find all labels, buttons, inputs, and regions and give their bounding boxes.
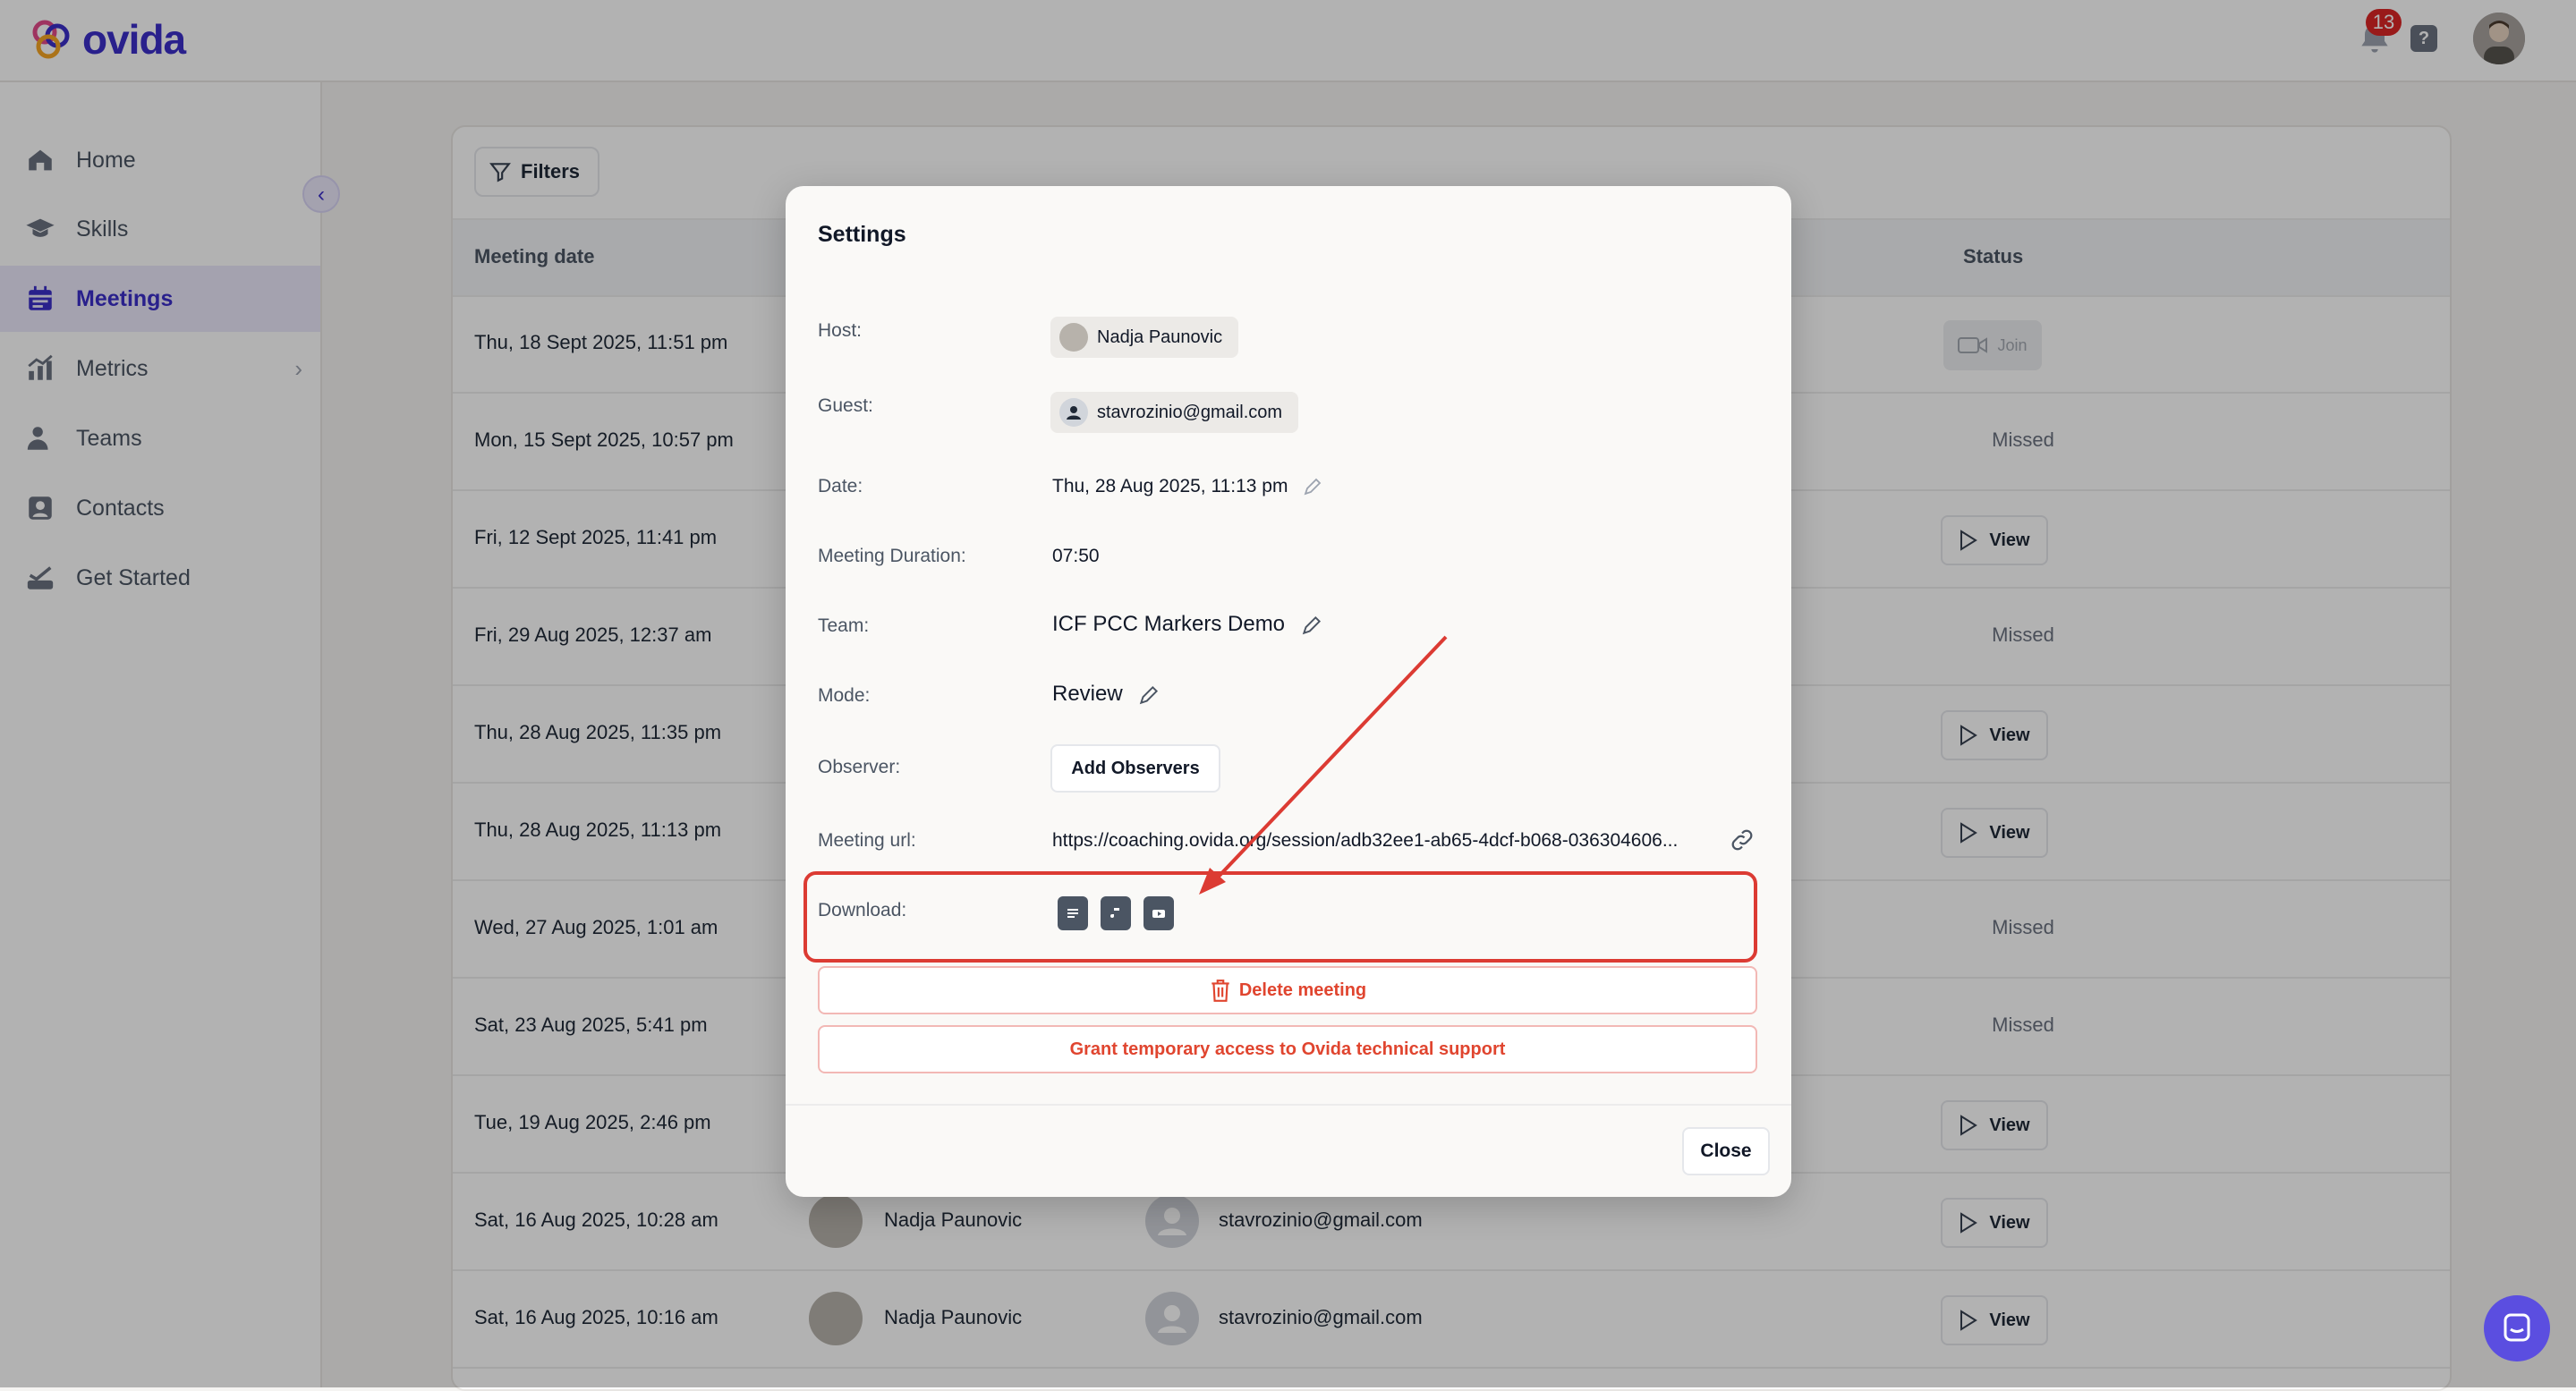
host-label: Host: [818, 320, 863, 341]
grant-access-button[interactable]: Grant temporary access to Ovida technica… [818, 1025, 1757, 1073]
person-icon [1059, 398, 1088, 427]
add-observers-button[interactable]: Add Observers [1050, 744, 1220, 793]
pencil-icon[interactable] [1300, 614, 1323, 637]
host-chip: Nadja Paunovic [1050, 317, 1239, 358]
date-value: Thu, 28 Aug 2025, 11:13 pm [1052, 476, 1288, 496]
link-icon[interactable] [1729, 827, 1756, 853]
chat-icon [2504, 1313, 2530, 1342]
mode-value: Review [1052, 682, 1123, 706]
close-button[interactable]: Close [1682, 1127, 1770, 1175]
meeting-url-value[interactable]: https://coaching.ovida.org/session/adb32… [1052, 830, 1678, 852]
chat-launcher-button[interactable] [2484, 1295, 2550, 1361]
pencil-icon[interactable] [1302, 476, 1323, 497]
team-value: ICF PCC Markers Demo [1052, 612, 1286, 636]
team-label: Team: [818, 615, 870, 636]
date-value-group: Thu, 28 Aug 2025, 11:13 pm [1052, 476, 1323, 497]
date-label: Date: [818, 476, 863, 496]
host-avatar [1059, 323, 1088, 352]
guest-email: stavrozinio@gmail.com [1097, 402, 1283, 422]
modal-title: Settings [818, 222, 906, 247]
host-name: Nadja Paunovic [1097, 327, 1223, 347]
guest-chip: stavrozinio@gmail.com [1050, 392, 1299, 433]
observer-label: Observer: [818, 757, 901, 777]
download-highlight-box [803, 871, 1757, 963]
delete-meeting-button[interactable]: Delete meeting [818, 966, 1757, 1014]
modal-footer-divider [786, 1104, 1791, 1106]
mode-label: Mode: [818, 685, 871, 706]
guest-label: Guest: [818, 395, 873, 416]
pencil-icon[interactable] [1137, 683, 1160, 707]
delete-label: Delete meeting [1238, 980, 1367, 1000]
mode-value-group: Review [1052, 682, 1160, 707]
team-value-group: ICF PCC Markers Demo [1052, 612, 1323, 637]
trash-icon [1211, 980, 1229, 1002]
settings-modal: Settings Host: Nadja Paunovic Guest: sta… [786, 186, 1791, 1197]
duration-label: Meeting Duration: [818, 546, 966, 566]
duration-value: 07:50 [1052, 546, 1100, 566]
meeting-url-label: Meeting url: [818, 830, 916, 851]
